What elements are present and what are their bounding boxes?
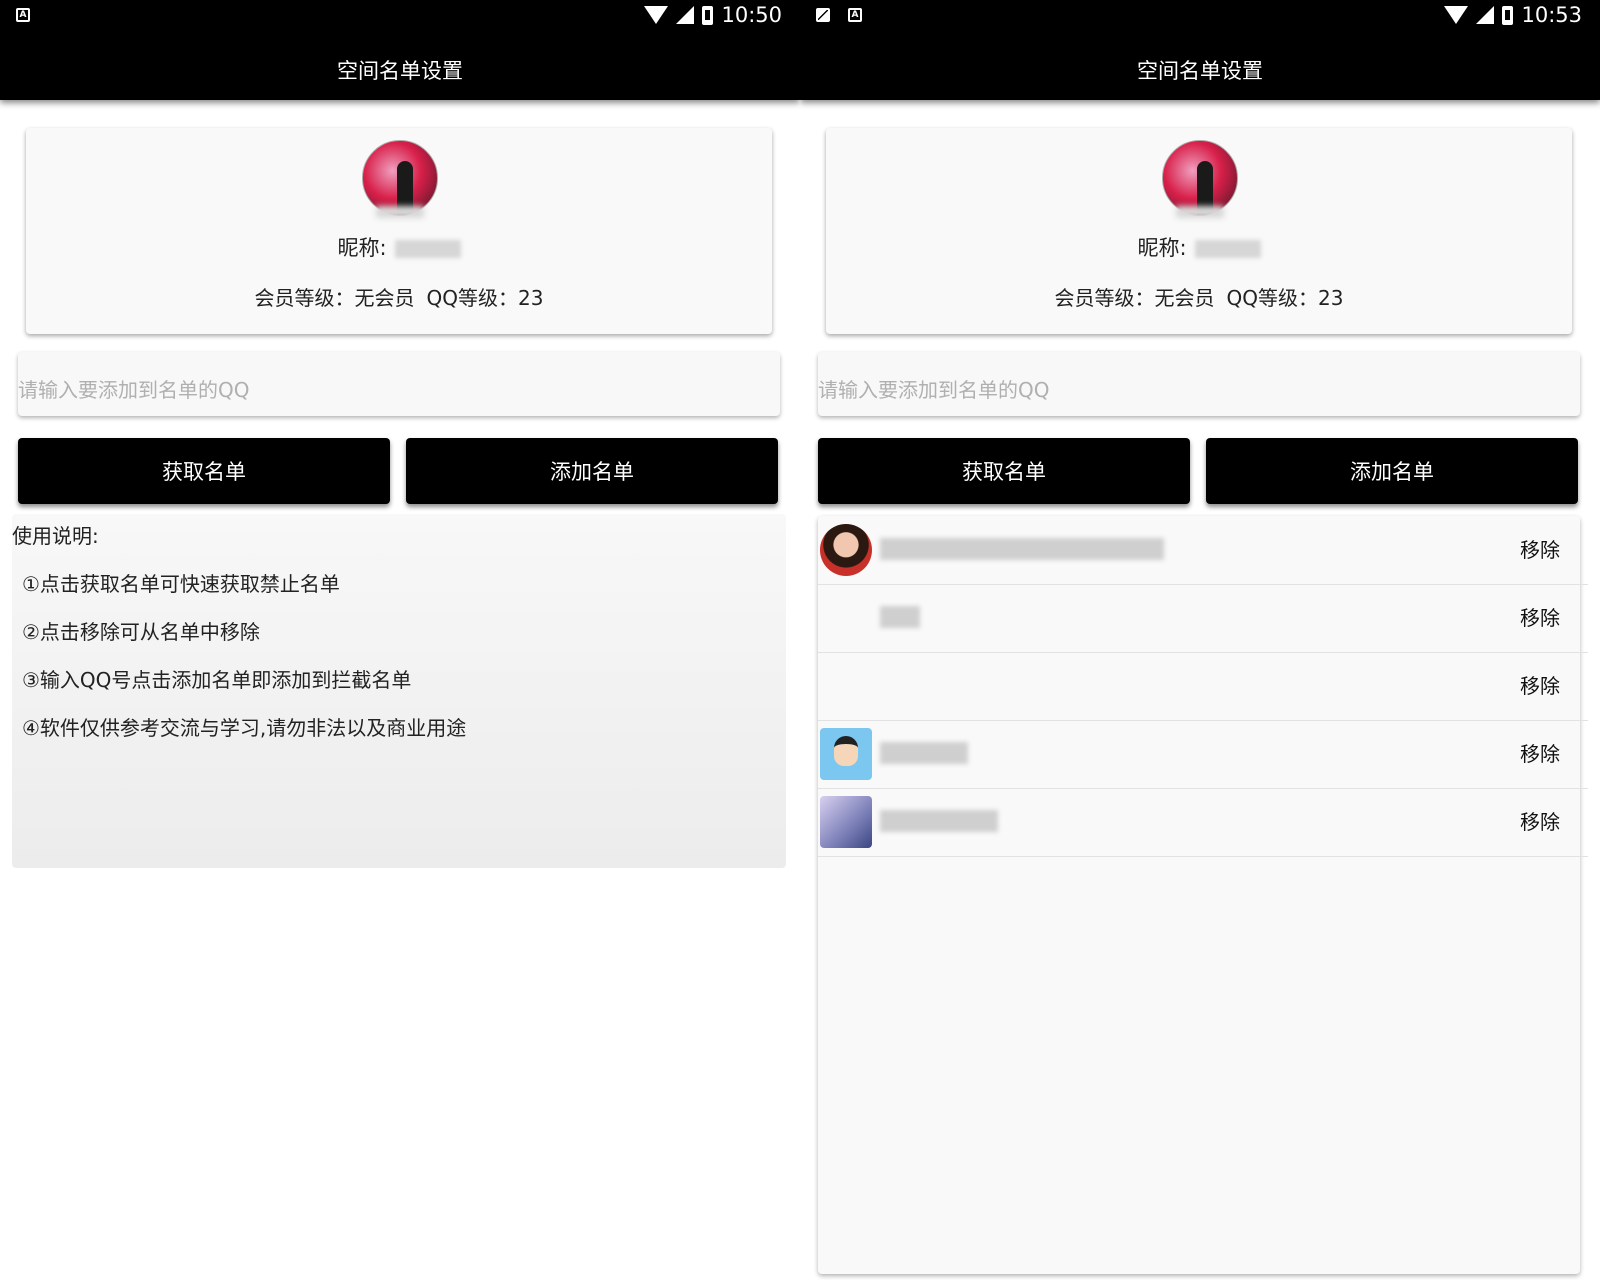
- nickname-label: 昵称:: [337, 236, 387, 260]
- remove-button[interactable]: 移除: [1520, 602, 1560, 631]
- fetch-list-button[interactable]: 获取名单: [818, 438, 1190, 504]
- help-item: ①点击获取名单可快速获取禁止名单: [22, 572, 340, 596]
- remove-button[interactable]: 移除: [1520, 670, 1560, 699]
- user-name-redacted: [880, 742, 968, 764]
- qq-input[interactable]: [18, 352, 780, 416]
- page-title: 空间名单设置: [800, 34, 1600, 100]
- qq-input-container: [18, 352, 780, 416]
- block-list: 移除 移除 移除 移除 移除: [818, 516, 1588, 1274]
- nickname-value-redacted: [394, 240, 461, 258]
- wifi-icon: [1444, 6, 1469, 24]
- level-row: 会员等级：无会员 QQ等级：23: [826, 282, 1572, 311]
- help-panel: 使用说明: ①点击获取名单可快速获取禁止名单 ②点击移除可从名单中移除 ③输入Q…: [12, 514, 786, 868]
- remove-button[interactable]: 移除: [1520, 738, 1560, 767]
- qq-input[interactable]: [818, 352, 1580, 416]
- help-title: 使用说明:: [12, 524, 99, 548]
- qq-level: QQ等级：23: [426, 286, 544, 310]
- user-name-redacted: [880, 538, 1164, 560]
- list-item: 移除: [818, 516, 1588, 585]
- wifi-icon: [644, 6, 669, 24]
- image-notification-icon: [816, 8, 830, 22]
- remove-button[interactable]: 移除: [1520, 806, 1560, 835]
- status-time: 10:53: [1521, 3, 1582, 27]
- battery-icon: [1502, 5, 1514, 25]
- user-avatar: [820, 524, 872, 576]
- user-avatar: [820, 796, 872, 848]
- nickname-row: 昵称:: [26, 232, 772, 262]
- screen-left: A 10:50 空间名单设置 昵称: 会员等级：无会员QQ等级：23 获取名单 …: [0, 0, 800, 1280]
- help-item: ③输入QQ号点击添加名单即添加到拦截名单: [22, 668, 412, 692]
- notification-a-icon: A: [16, 8, 30, 22]
- user-name-redacted: [880, 810, 998, 832]
- level-row: 会员等级：无会员 QQ等级：23: [26, 282, 772, 311]
- add-list-button[interactable]: 添加名单: [1206, 438, 1578, 504]
- remove-button[interactable]: 移除: [1520, 534, 1560, 563]
- status-time: 10:50: [721, 3, 782, 27]
- nickname-row: 昵称:: [826, 232, 1572, 262]
- nickname-value-redacted: [1194, 240, 1261, 258]
- profile-card: 昵称: 会员等级：无会员 QQ等级：23: [26, 128, 772, 334]
- help-item: ④软件仅供参考交流与学习,请勿非法以及商业用途: [22, 716, 467, 740]
- avatar: [362, 140, 438, 216]
- list-item: 移除: [818, 652, 1588, 721]
- member-level: 会员等级：无会员: [1054, 286, 1215, 310]
- avatar: [1162, 140, 1238, 216]
- list-item: 移除: [818, 720, 1588, 789]
- signal-icon: [676, 6, 695, 24]
- fetch-list-button[interactable]: 获取名单: [18, 438, 390, 504]
- qq-input-container: [818, 352, 1580, 416]
- user-name-redacted: [880, 606, 920, 628]
- qq-level: QQ等级：23: [1226, 286, 1344, 310]
- battery-icon: [702, 5, 714, 25]
- list-item: 移除: [818, 788, 1588, 857]
- add-list-button[interactable]: 添加名单: [406, 438, 778, 504]
- status-bar: A 10:53: [800, 0, 1600, 34]
- status-bar: A 10:50: [0, 0, 800, 34]
- user-avatar: [820, 728, 872, 780]
- help-item: ②点击移除可从名单中移除: [22, 620, 260, 644]
- page-title: 空间名单设置: [0, 34, 800, 100]
- signal-icon: [1476, 6, 1495, 24]
- nickname-label: 昵称:: [1137, 236, 1187, 260]
- notification-a-icon: A: [848, 8, 862, 22]
- list-item: 移除: [818, 584, 1588, 653]
- profile-card: 昵称: 会员等级：无会员 QQ等级：23: [826, 128, 1572, 334]
- member-level: 会员等级：无会员: [254, 286, 415, 310]
